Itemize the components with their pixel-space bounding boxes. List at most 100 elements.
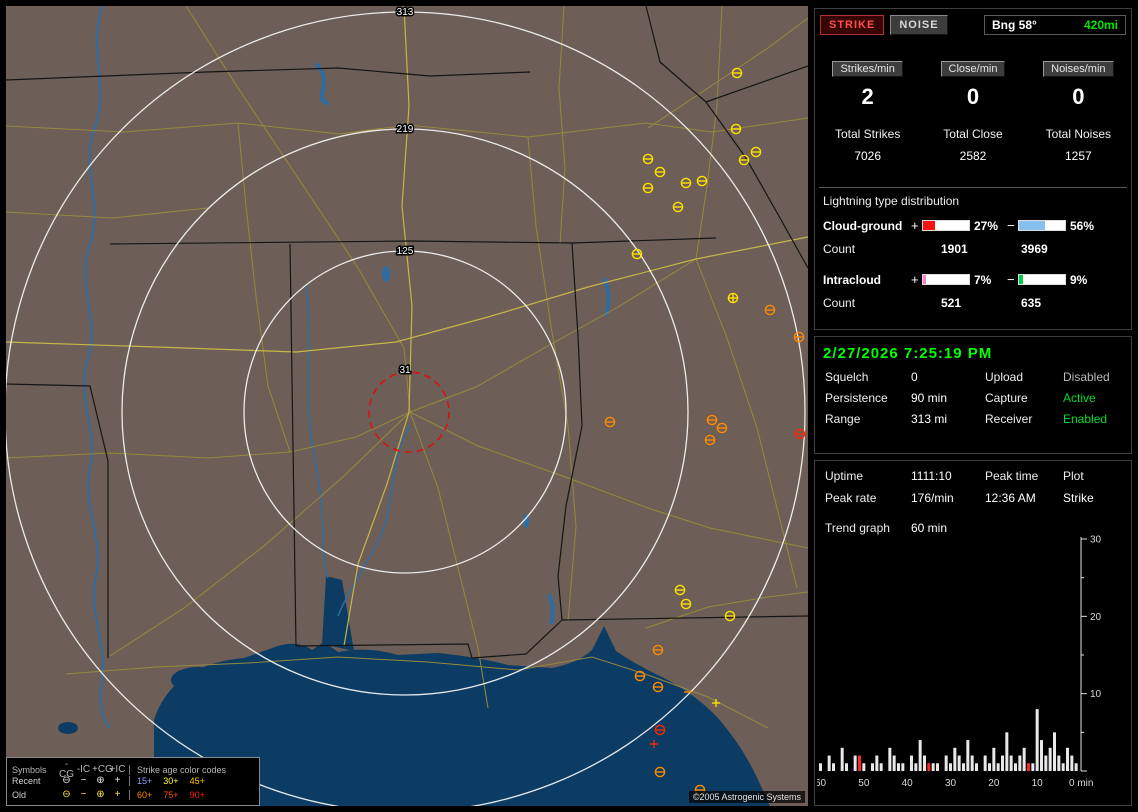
minus-sign: − <box>1007 218 1018 233</box>
receiver-label: Receiver <box>985 409 1063 430</box>
capture-label: Capture <box>985 388 1063 409</box>
stats-row-peak-rate: Peak rate 176/min 12:36 AM Strike <box>815 487 1131 509</box>
plot-mode-value: Strike <box>1063 487 1121 509</box>
ic-negative-percent: 9% <box>1070 273 1103 287</box>
recent-neg-cg-icon: ⊖ <box>58 776 75 786</box>
legend-age-title: Strike age color codes <box>129 765 254 775</box>
totals-labels-row: Total Strikes Total Close Total Noises <box>815 109 1131 141</box>
recent-pos-ic-icon: + <box>109 776 126 786</box>
recent-pos-cg-icon: ⊕ <box>92 776 109 786</box>
svg-text:20: 20 <box>988 778 1000 789</box>
legend-col-pos-ic: +IC <box>109 765 126 775</box>
svg-text:30: 30 <box>1090 535 1102 546</box>
status-row-squelch: Squelch 0 Upload Disabled <box>815 367 1131 388</box>
ic-negative-count: 635 <box>1021 296 1123 310</box>
total-close-value: 2582 <box>920 149 1025 163</box>
old-neg-cg-icon: ⊖ <box>58 790 75 800</box>
trend-panel: Uptime 1111:10 Peak time Plot Peak rate … <box>814 460 1132 806</box>
ic-positive-count: 521 <box>941 296 1021 310</box>
close-per-min-badge[interactable]: Close/min <box>941 61 1006 77</box>
datetime-display: 2/27/2026 7:25:19 PM <box>815 337 1131 367</box>
status-row-persistence: Persistence 90 min Capture Active <box>815 388 1131 409</box>
plus-sign: + <box>911 272 922 287</box>
map-legend: Symbols -CG -IC +CG +IC Strike age color… <box>6 757 260 806</box>
distribution-title: Lightning type distribution <box>815 188 1131 210</box>
uptime-label: Uptime <box>825 465 911 487</box>
svg-text:313: 313 <box>397 7 414 18</box>
svg-text:219: 219 <box>397 124 414 135</box>
upload-status: Disabled <box>1063 367 1121 388</box>
capture-status: Active <box>1063 388 1121 409</box>
strikes-per-min-badge[interactable]: Strikes/min <box>832 61 902 77</box>
age-code-15: 15+ <box>137 776 152 786</box>
upload-label: Upload <box>985 367 1063 388</box>
cg-negative-percent: 56% <box>1070 219 1103 233</box>
range-label: Range <box>825 409 911 430</box>
intracloud-row: Intracloud + 7% − 9% <box>815 272 1131 287</box>
svg-text:60: 60 <box>817 778 826 789</box>
strikes-per-min-value: 2 <box>815 85 920 109</box>
bearing-readout: Bng 58° 420mi <box>984 15 1126 35</box>
peak-rate-label: Peak rate <box>825 487 911 509</box>
persistence-label: Persistence <box>825 388 911 409</box>
cg-positive-count: 1901 <box>941 242 1021 256</box>
svg-text:31: 31 <box>399 365 411 376</box>
age-code-45: 45+ <box>190 776 205 786</box>
svg-text:50: 50 <box>858 778 870 789</box>
count-label: Count <box>823 296 941 310</box>
close-per-min-value: 0 <box>920 85 1025 109</box>
total-noises-value: 1257 <box>1026 149 1131 163</box>
cg-negative-bar <box>1018 220 1066 231</box>
copyright-text: ©2005 Astrogenic Systems <box>689 791 805 803</box>
status-row-range: Range 313 mi Receiver Enabled <box>815 409 1131 430</box>
svg-text:125: 125 <box>397 246 414 257</box>
legend-symbols-header: Symbols <box>12 765 58 775</box>
intracloud-label: Intracloud <box>823 273 911 287</box>
cg-negative-bar-fill <box>1019 221 1045 230</box>
uptime-value: 1111:10 <box>911 465 985 487</box>
minus-sign: − <box>1007 272 1018 287</box>
svg-text:0 min: 0 min <box>1069 778 1093 789</box>
bearing-range: 420mi <box>1084 18 1118 32</box>
cloud-ground-label: Cloud-ground <box>823 219 911 233</box>
age-code-30: 30+ <box>163 776 178 786</box>
noises-per-min-badge[interactable]: Noises/min <box>1043 61 1113 77</box>
squelch-label: Squelch <box>825 367 911 388</box>
totals-values-row: 7026 2582 1257 <box>815 141 1131 163</box>
age-code-75: 75+ <box>163 790 178 800</box>
total-strikes-value: 7026 <box>815 149 920 163</box>
trend-graph: 3020106050403020100 min <box>817 535 1129 803</box>
ic-positive-bar-fill <box>923 275 926 284</box>
total-strikes-label: Total Strikes <box>815 127 920 141</box>
legend-col-neg-ic: -IC <box>75 765 92 775</box>
old-neg-ic-icon: − <box>75 790 92 800</box>
plus-sign: + <box>911 218 922 233</box>
svg-text:10: 10 <box>1090 689 1102 700</box>
bearing-value: Bng 58° <box>992 18 1037 32</box>
recent-neg-ic-icon: − <box>75 776 92 786</box>
persistence-value: 90 min <box>911 388 985 409</box>
age-code-90: 90+ <box>190 790 205 800</box>
receiver-status: Enabled <box>1063 409 1121 430</box>
ic-negative-bar <box>1018 274 1066 285</box>
strike-stats-panel: STRIKE NOISE Bng 58° 420mi Strikes/min C… <box>814 8 1132 330</box>
cg-negative-count: 3969 <box>1021 242 1123 256</box>
peak-time-label: Peak time <box>985 465 1063 487</box>
app-window: { "window": { "copyright": "©2005 Astrog… <box>0 0 1138 812</box>
count-label: Count <box>823 242 941 256</box>
stats-row-uptime: Uptime 1111:10 Peak time Plot <box>815 465 1131 487</box>
lightning-map[interactable]: 313 219 125 31 Symbols -CG -IC +CG +IC Stri… <box>6 6 808 806</box>
svg-text:20: 20 <box>1090 612 1102 623</box>
noise-mode-button[interactable]: NOISE <box>890 15 947 35</box>
status-panel: 2/27/2026 7:25:19 PM Squelch 0 Upload Di… <box>814 336 1132 454</box>
total-noises-label: Total Noises <box>1026 127 1131 141</box>
cg-positive-percent: 27% <box>974 219 1007 233</box>
ic-negative-bar-fill <box>1019 275 1023 284</box>
strike-mode-button[interactable]: STRIKE <box>820 15 884 35</box>
ic-positive-bar <box>922 274 970 285</box>
cg-positive-bar-fill <box>923 221 935 230</box>
legend-recent-label: Recent <box>12 776 58 786</box>
ic-positive-percent: 7% <box>974 273 1007 287</box>
svg-text:10: 10 <box>1032 778 1044 789</box>
legend-col-pos-cg: +CG <box>92 765 109 775</box>
